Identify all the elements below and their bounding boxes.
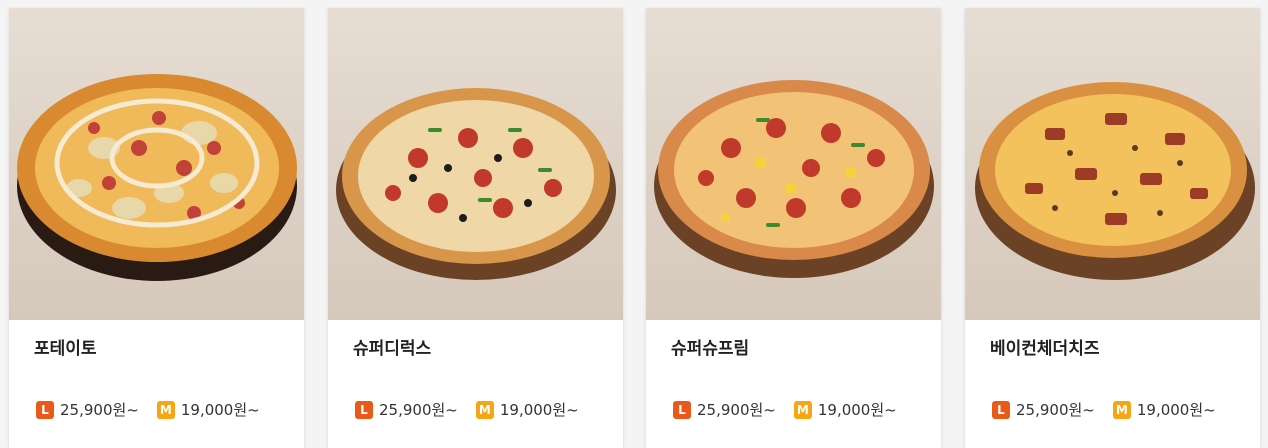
pizza-image-super-deluxe[interactable]	[328, 8, 623, 320]
pizza-image-bacon-cheddar[interactable]	[965, 8, 1260, 320]
menu-name[interactable]: 슈퍼디럭스	[353, 334, 431, 359]
menu-name[interactable]: 베이컨체더치즈	[990, 334, 1099, 359]
size-l-price: 25,900원~	[1016, 401, 1095, 419]
menu-card-bacon-cheddar[interactable]: 베이컨체더치즈 L 25,900원~ M 19,000원~	[965, 8, 1260, 448]
size-l-price: 25,900원~	[60, 401, 139, 419]
price-row: L 25,900원~ M 19,000원~	[673, 399, 915, 420]
size-m-badge: M	[1112, 400, 1131, 419]
size-m-badge: M	[475, 400, 494, 419]
size-l-badge: L	[992, 400, 1010, 419]
menu-card-potato[interactable]: 포테이토 L 25,900원~ M 19,000원~	[9, 8, 304, 448]
price-row: L 25,900원~ M 19,000원~	[992, 399, 1234, 420]
price-row: L 25,900원~ M 19,000원~	[36, 399, 278, 420]
menu-card-super-deluxe[interactable]: 슈퍼디럭스 L 25,900원~ M 19,000원~	[328, 8, 623, 448]
size-l-badge: L	[673, 400, 691, 419]
size-m-price: 19,000원~	[1136, 401, 1216, 419]
size-l-price: 25,900원~	[697, 401, 776, 419]
size-l-badge: L	[36, 400, 54, 419]
size-m-badge: M	[793, 400, 812, 419]
size-m-price: 19,000원~	[817, 401, 897, 419]
size-m-price: 19,000원~	[180, 401, 260, 419]
pizza-image-potato[interactable]	[9, 8, 304, 320]
size-m-badge: M	[156, 400, 175, 419]
menu-name[interactable]: 슈퍼슈프림	[671, 334, 749, 359]
size-l-price: 25,900원~	[379, 401, 458, 419]
menu-name[interactable]: 포테이토	[34, 334, 97, 359]
size-l-badge: L	[355, 400, 373, 419]
price-row: L 25,900원~ M 19,000원~	[355, 399, 597, 420]
size-m-price: 19,000원~	[499, 401, 579, 419]
menu-card-super-supreme[interactable]: 슈퍼슈프림 L 25,900원~ M 19,000원~	[646, 8, 941, 448]
pizza-image-super-supreme[interactable]	[646, 8, 941, 320]
